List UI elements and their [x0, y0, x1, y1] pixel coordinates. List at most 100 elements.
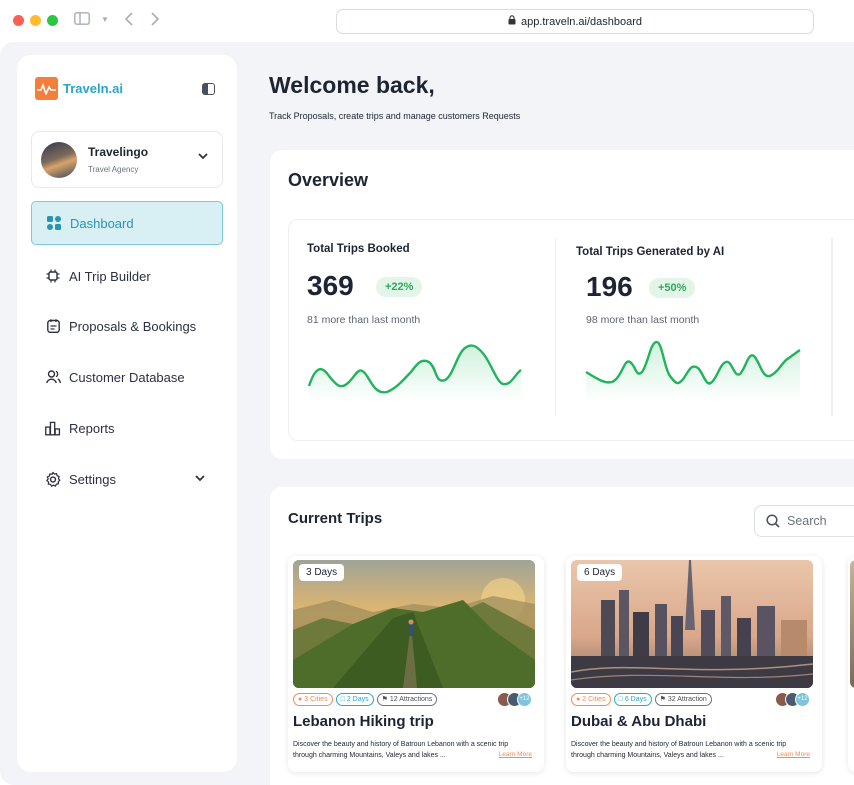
days-tag: □ 6 Days: [613, 693, 652, 706]
cities-label: 3 Cities: [304, 696, 328, 703]
cities-tag: ● 2 Cities: [571, 693, 611, 706]
sidebar-item-settings[interactable]: Settings: [31, 457, 223, 501]
stat-change-badge: +22%: [376, 277, 423, 297]
stat-card-trips-booked: Total Trips Booked 369 +22% 81 more than…: [289, 220, 555, 440]
sidebar: Traveln.ai Travelingo Travel Agency Dash…: [17, 55, 237, 772]
search-placeholder: Search: [787, 514, 827, 528]
chip-icon: [45, 268, 61, 284]
agency-switcher[interactable]: Travelingo Travel Agency: [31, 131, 223, 188]
trip-card-partial[interactable]: [848, 556, 854, 772]
traveler-avatars[interactable]: +12: [775, 692, 810, 707]
attractions-label: 12 Attractions: [389, 696, 433, 703]
grid-icon: [46, 215, 62, 231]
current-trips-panel: Current Trips Search 3 Days ● 3 Cities □…: [270, 487, 854, 785]
sidebar-item-label: Proposals & Bookings: [69, 318, 197, 334]
stat-change-badge: +50%: [649, 278, 696, 298]
sidebar-item-reports[interactable]: Reports: [31, 406, 223, 450]
trip-description: Discover the beauty and history of Batro…: [293, 741, 509, 759]
learn-more-link[interactable]: Learn More: [777, 751, 810, 758]
app-window: Traveln.ai Travelingo Travel Agency Dash…: [0, 42, 854, 785]
overview-panel: Overview Total Trips Booked 369 +22% 81 …: [270, 150, 854, 459]
sparkline-trips-booked: [307, 344, 522, 402]
search-input[interactable]: Search: [754, 505, 854, 537]
sidebar-item-proposals-bookings[interactable]: Proposals & Bookings: [31, 304, 223, 348]
stat-label: Total Trips Generated by AI: [576, 246, 725, 258]
forward-icon[interactable]: [150, 12, 160, 29]
sparkline-trips-ai: [585, 340, 801, 402]
lock-icon: [508, 15, 516, 28]
trip-description: Discover the beauty and history of Batro…: [571, 741, 787, 759]
url-text: app.traveln.ai/dashboard: [520, 15, 643, 28]
stat-value: 369: [307, 270, 354, 301]
flag-icon: ⚑: [381, 696, 388, 703]
extra-travelers-count: +12: [795, 692, 810, 707]
calendar-icon: □: [618, 696, 623, 703]
current-trips-title: Current Trips: [288, 510, 383, 527]
sidebar-item-dashboard[interactable]: Dashboard: [31, 201, 223, 245]
chevron-down-icon[interactable]: [195, 474, 205, 485]
days-label: 6 Days: [624, 696, 647, 703]
learn-more-link[interactable]: Learn More: [499, 751, 532, 758]
agency-type: Travel Agency: [88, 165, 139, 174]
document-icon: [45, 318, 61, 334]
stat-value: 196: [586, 271, 633, 302]
chevron-down-icon[interactable]: ▼: [101, 15, 109, 24]
trip-title: Lebanon Hiking trip: [293, 713, 434, 730]
trip-image: 6 Days: [571, 560, 813, 688]
stat-label: Total Trips Booked: [307, 243, 410, 255]
stat-divider: [831, 238, 833, 416]
trip-image: 3 Days: [293, 560, 535, 688]
bar-chart-icon: [45, 420, 61, 436]
stats-container: Total Trips Booked 369 +22% 81 more than…: [288, 219, 854, 441]
page-subtitle: Track Proposals, create trips and manage…: [269, 111, 521, 121]
sidebar-item-label: Settings: [69, 471, 116, 487]
back-icon[interactable]: [124, 12, 134, 29]
days-tag: □ 2 Days: [335, 693, 374, 706]
pin-icon: ●: [298, 696, 303, 703]
extra-travelers-count: +12: [517, 692, 532, 707]
sidebar-item-customer-database[interactable]: Customer Database: [31, 355, 223, 399]
search-icon: [766, 514, 780, 528]
overview-title: Overview: [288, 170, 369, 190]
gear-icon: [45, 471, 61, 487]
trip-tags: ● 2 Cities □ 6 Days ⚑ 32 Attraction: [571, 693, 712, 706]
stat-note: 98 more than last month: [586, 314, 700, 326]
close-window-button[interactable]: [13, 15, 24, 26]
browser-toolbar: ▼ app.traveln.ai/dashboard: [0, 0, 854, 42]
calendar-icon: □: [340, 696, 345, 703]
sidebar-item-ai-trip-builder[interactable]: AI Trip Builder: [31, 254, 223, 298]
brand-logo[interactable]: Traveln.ai: [35, 77, 123, 100]
traveler-avatars[interactable]: +12: [497, 692, 532, 707]
logo-mark-icon: [35, 77, 58, 100]
duration-badge: 6 Days: [577, 564, 623, 581]
cities-tag: ● 3 Cities: [293, 693, 333, 706]
address-bar[interactable]: app.traveln.ai/dashboard: [336, 9, 814, 34]
sidebar-toggle-icon[interactable]: [74, 12, 90, 28]
minimize-window-button[interactable]: [30, 15, 41, 26]
trip-image: [850, 560, 854, 688]
users-icon: [45, 369, 61, 385]
trip-tags: ● 3 Cities □ 2 Days ⚑ 12 Attractions: [293, 693, 438, 706]
attractions-label: 32 Attraction: [667, 696, 707, 703]
attractions-tag: ⚑ 32 Attraction: [654, 693, 712, 706]
agency-name: Travelingo: [88, 145, 149, 159]
collapse-sidebar-icon[interactable]: [202, 83, 215, 95]
attractions-tag: ⚑ 12 Attractions: [376, 693, 438, 706]
trip-title: Dubai & Abu Dhabi: [571, 713, 707, 730]
agency-avatar: [41, 142, 77, 178]
sidebar-item-label: Customer Database: [69, 369, 185, 385]
brand-name: Traveln.ai: [63, 81, 123, 96]
chevron-down-icon: [198, 152, 208, 163]
sidebar-item-label: Reports: [69, 420, 115, 436]
trip-card-lebanon[interactable]: 3 Days ● 3 Cities □ 2 Days ⚑ 12 Attractions…: [288, 556, 544, 772]
sidebar-item-label: Dashboard: [70, 215, 134, 231]
trip-card-dubai[interactable]: 6 Days ● 2 Cities □ 6 Days ⚑ 32 Attraction …: [566, 556, 822, 772]
maximize-window-button[interactable]: [47, 15, 58, 26]
sidebar-item-label: AI Trip Builder: [69, 268, 151, 284]
stat-card-trips-ai: Total Trips Generated by AI 196 +50% 98 …: [555, 238, 821, 416]
days-label: 2 Days: [346, 696, 369, 703]
page-title: Welcome back,: [269, 72, 435, 98]
cities-label: 2 Cities: [582, 696, 606, 703]
stat-note: 81 more than last month: [307, 314, 421, 326]
pin-icon: ●: [576, 696, 581, 703]
